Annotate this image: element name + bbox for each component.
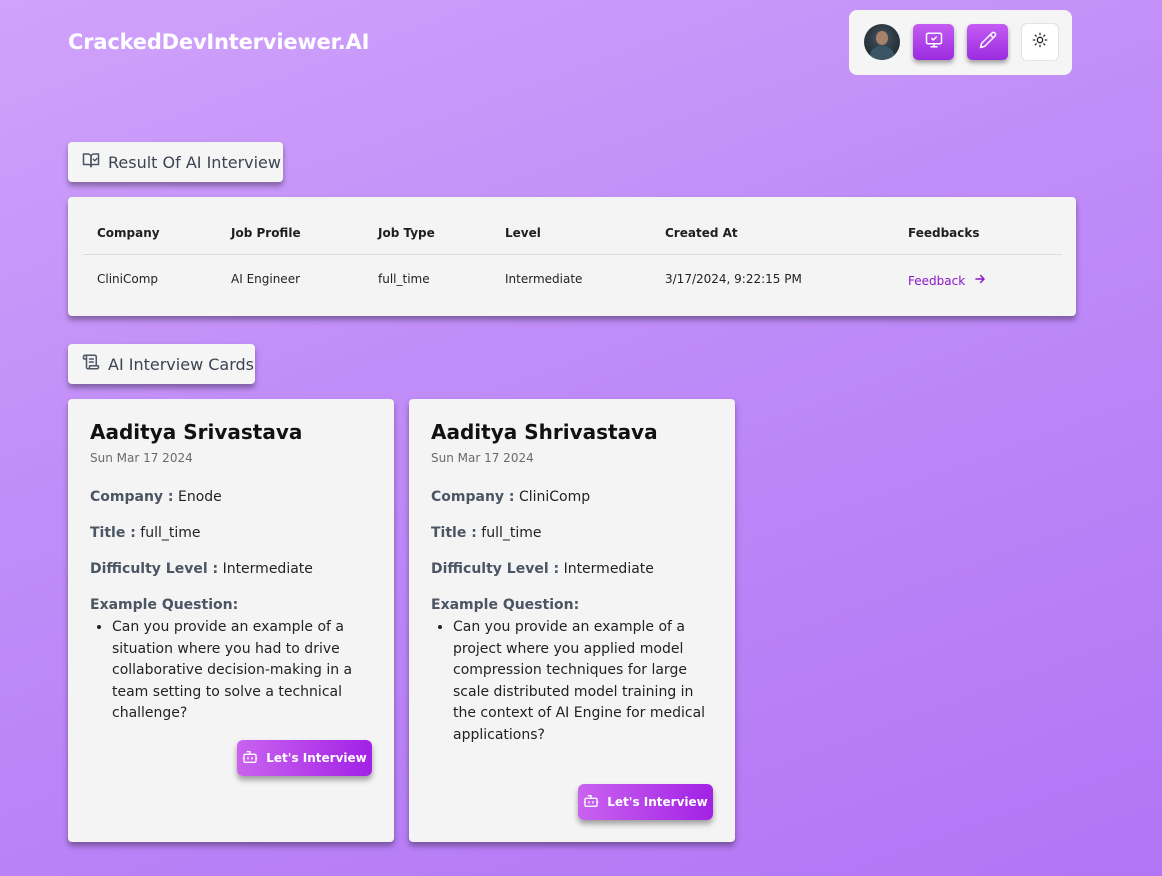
column-header-job-profile: Job Profile (231, 226, 301, 240)
feedback-link[interactable]: Feedback (908, 272, 987, 289)
candidate-name: Aaditya Srivastava (90, 420, 303, 444)
column-header-feedbacks: Feedbacks (908, 226, 980, 240)
title-field: Title : full_time (431, 525, 542, 541)
result-section-label: Result Of AI Interview (108, 152, 281, 172)
avatar[interactable] (864, 24, 900, 60)
example-question-list: Can you provide an example of a situatio… (112, 617, 374, 725)
title-field: Title : full_time (90, 525, 201, 541)
column-header-created-at: Created At (665, 226, 738, 240)
bot-icon (583, 793, 599, 812)
cards-section-header: AI Interview Cards (68, 344, 255, 384)
bot-icon (242, 749, 258, 768)
dashboard-button[interactable] (913, 24, 954, 60)
column-header-job-type: Job Type (378, 226, 435, 240)
pencil-icon (979, 31, 997, 53)
company-field: Company : CliniComp (431, 489, 591, 505)
theme-toggle-button[interactable] (1022, 24, 1058, 60)
lets-interview-label: Let's Interview (266, 751, 367, 765)
brand-title[interactable]: CrackedDevInterviewer.AI (68, 30, 369, 54)
column-header-company: Company (97, 226, 160, 240)
lets-interview-button[interactable]: Let's Interview (578, 784, 713, 820)
interview-card: Aaditya Srivastava Sun Mar 17 2024 Compa… (68, 399, 394, 842)
interview-card: Aaditya Shrivastava Sun Mar 17 2024 Comp… (409, 399, 735, 842)
cards-section-label: AI Interview Cards (108, 354, 254, 374)
cell-job-profile: AI Engineer (231, 272, 301, 286)
cell-created-at: 3/17/2024, 9:22:15 PM (665, 272, 802, 286)
monitor-check-icon (925, 31, 943, 53)
example-question-label: Example Question: (431, 597, 580, 613)
result-section-header: Result Of AI Interview (68, 142, 283, 182)
lets-interview-label: Let's Interview (607, 795, 708, 809)
feedback-link-label: Feedback (908, 273, 966, 288)
column-header-level: Level (505, 226, 541, 240)
arrow-right-icon (973, 272, 987, 289)
card-date: Sun Mar 17 2024 (90, 451, 193, 465)
lets-interview-button[interactable]: Let's Interview (237, 740, 372, 776)
top-toolbar (849, 10, 1072, 75)
results-table: Company Job Profile Job Type Level Creat… (68, 197, 1076, 316)
cell-job-type: full_time (378, 272, 430, 286)
example-question: Can you provide an example of a project … (453, 617, 715, 746)
edit-button[interactable] (967, 24, 1008, 60)
company-field: Company : Enode (90, 489, 222, 505)
cell-level: Intermediate (505, 272, 583, 286)
sun-icon (1032, 32, 1048, 52)
example-question: Can you provide an example of a situatio… (112, 617, 374, 725)
example-question-label: Example Question: (90, 597, 239, 613)
table-divider (83, 254, 1062, 255)
difficulty-field: Difficulty Level : Intermediate (90, 561, 313, 577)
book-check-icon (82, 151, 108, 173)
cell-company: CliniComp (97, 272, 159, 286)
candidate-name: Aaditya Shrivastava (431, 420, 658, 444)
card-date: Sun Mar 17 2024 (431, 451, 534, 465)
example-question-list: Can you provide an example of a project … (453, 617, 715, 746)
scroll-icon (82, 353, 108, 375)
difficulty-field: Difficulty Level : Intermediate (431, 561, 654, 577)
